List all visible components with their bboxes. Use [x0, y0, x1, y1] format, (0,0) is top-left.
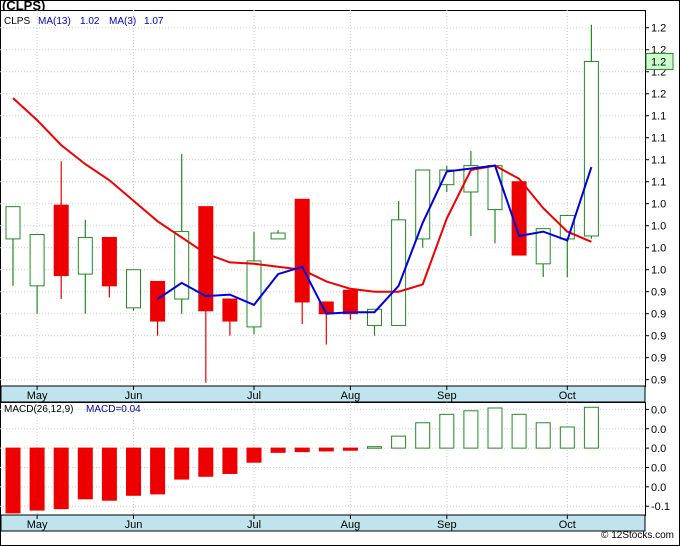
price-y-tick-label: 1.1 — [651, 111, 666, 123]
macd-x-tick-label-sep: Sep — [437, 519, 457, 531]
price-y-tick-label: 0.9 — [651, 353, 666, 365]
price-legend-item: 1.07 — [144, 16, 164, 27]
macd-y-tick-label: 0.0 — [651, 443, 666, 455]
price-y-tick-label: 0.9 — [651, 331, 666, 343]
price-y-tick-label: 1.1 — [651, 155, 666, 167]
candle-body — [342, 289, 358, 315]
price-y-tick-label: 0.9 — [651, 309, 666, 321]
price-x-tick-label-jul: Jul — [247, 390, 261, 402]
candle-body — [511, 181, 527, 256]
macd-bar — [5, 447, 21, 514]
macd-bar — [559, 426, 575, 449]
candle-body — [294, 198, 310, 303]
price-y-tick-label: 1.0 — [651, 221, 666, 233]
macd-bar — [101, 447, 117, 501]
macd-bar — [511, 413, 527, 449]
macd-y-tick-label: -0.1 — [651, 501, 670, 513]
candle-body — [126, 269, 141, 309]
macd-bar — [391, 435, 407, 449]
macd-x-axis-band — [0, 514, 646, 532]
macd-y-tick-label: 0.0 — [651, 404, 666, 416]
price-legend-item: 1.02 — [80, 16, 100, 27]
macd-bar — [294, 447, 310, 453]
macd-bar — [126, 447, 141, 496]
macd-bar — [342, 447, 358, 451]
candle-body — [53, 204, 69, 277]
macd-x-tick-label-jun: Jun — [125, 519, 143, 531]
macd-bar — [222, 447, 238, 474]
candle-body — [101, 236, 117, 287]
price-legend-item: MA(3) — [109, 16, 136, 27]
price-legend-item: CLPS — [4, 16, 30, 27]
price-x-tick-label-oct: Oct — [559, 390, 576, 402]
price-y-tick-label: 1.0 — [651, 199, 666, 211]
price-legend-item: MA(13) — [38, 16, 71, 27]
price-x-tick-label-sep: Sep — [437, 390, 457, 402]
macd-bar — [29, 447, 45, 511]
macd-x-tick-label-aug: Aug — [341, 519, 361, 531]
price-y-tick-label: 1.2 — [651, 23, 666, 35]
candle-body — [583, 60, 599, 237]
candle-body — [77, 236, 93, 275]
macd-panel-frame — [0, 402, 646, 516]
price-y-tick-label: 1.2 — [651, 89, 666, 101]
candle-body — [487, 165, 503, 211]
price-x-tick-label-aug: Aug — [341, 390, 361, 402]
price-x-tick-label-jun: Jun — [125, 390, 143, 402]
macd-bar — [246, 447, 262, 463]
price-panel-frame — [0, 10, 646, 387]
watermark: © 12Stocks.com — [601, 530, 674, 541]
candle-body — [150, 280, 166, 322]
macd-bar — [198, 447, 214, 477]
price-x-axis-band — [0, 385, 646, 403]
candle-body — [415, 169, 431, 240]
macd-bar — [439, 413, 455, 449]
price-x-tick-label-may: May — [27, 390, 48, 402]
macd-bar — [150, 447, 166, 495]
macd-legend-value: MACD=0.04 — [86, 404, 141, 415]
price-y-tick-label: 1.1 — [651, 177, 666, 189]
macd-x-tick-label-may: May — [27, 519, 48, 531]
macd-bar — [487, 407, 503, 449]
price-y-tick-label: 0.9 — [651, 375, 666, 387]
macd-y-tick-label: 0.0 — [651, 482, 666, 494]
macd-legend-name: MACD(26,12,9) — [4, 404, 73, 415]
macd-x-tick-label-oct: Oct — [559, 519, 576, 531]
price-y-tick-label: 0.9 — [651, 287, 666, 299]
macd-bar — [53, 447, 69, 510]
candle-body — [246, 260, 262, 328]
macd-y-tick-label: 0.0 — [651, 462, 666, 474]
price-y-tick-label: 1.0 — [651, 243, 666, 255]
candle-body — [5, 206, 21, 240]
macd-bar — [318, 447, 334, 452]
macd-bar — [174, 447, 190, 480]
candle-body — [222, 298, 238, 322]
price-y-tick-label: 1.0 — [651, 265, 666, 277]
macd-x-tick-label-jul: Jul — [247, 519, 261, 531]
macd-bar — [583, 406, 599, 449]
macd-bar — [415, 422, 431, 449]
macd-bar — [77, 447, 93, 500]
candle-body — [29, 234, 45, 287]
last-price-label: 1.2 — [651, 56, 666, 68]
macd-y-tick-label: 0.0 — [651, 424, 666, 436]
candle-body — [270, 232, 286, 240]
chart-canvas: 1.21.21.21.21.11.11.11.11.01.01.01.00.90… — [0, 0, 680, 546]
macd-bar — [367, 446, 382, 449]
macd-bar — [463, 410, 479, 449]
macd-bar — [270, 447, 286, 453]
macd-bar — [535, 422, 551, 449]
price-y-tick-label: 1.1 — [651, 133, 666, 145]
